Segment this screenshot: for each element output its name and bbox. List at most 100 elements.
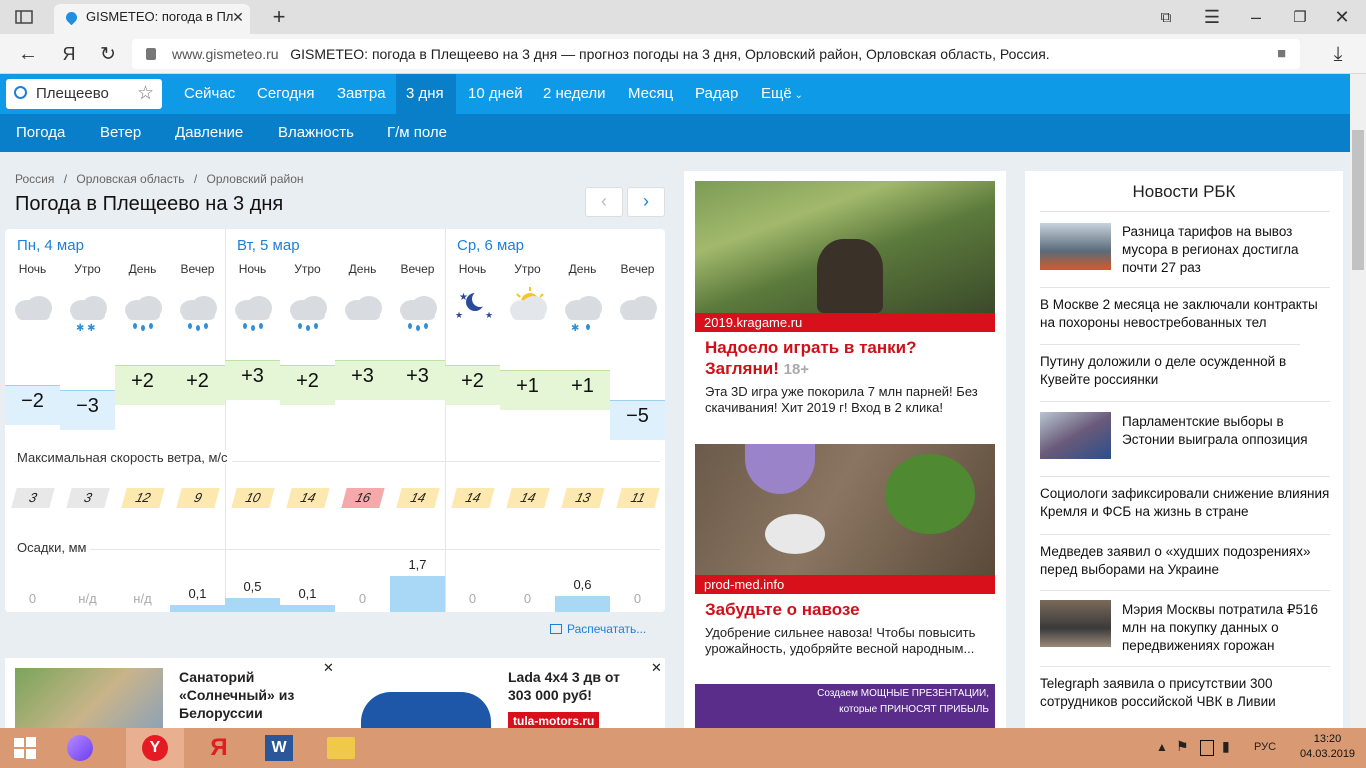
car-image[interactable] (361, 692, 491, 732)
subtab-wind[interactable]: Ветер (90, 114, 151, 152)
printer-icon (550, 624, 562, 634)
reload-icon[interactable]: ↻ (94, 40, 122, 68)
news-item-text: Мэрия Москвы потратила ₽516 млн на покуп… (1122, 602, 1318, 653)
download-icon[interactable]: ⤓ (1324, 40, 1352, 68)
battery-icon[interactable] (1200, 740, 1214, 756)
word-taskbar-icon[interactable]: W (250, 728, 308, 768)
tray-chevron-icon[interactable]: ▲ (1156, 740, 1168, 754)
garden-ad-image[interactable] (695, 444, 995, 575)
ad-text[interactable]: Удобрение сильнее навоза! Чтобы повысить… (705, 625, 985, 657)
news-item[interactable]: Разница тарифов на вывоз мусора в регион… (1040, 211, 1330, 281)
ad1-text[interactable]: Санаторий «Солнечный» из Белоруссии (179, 668, 319, 722)
tab-today[interactable]: Сегодня (247, 74, 325, 114)
wind-label: Максимальная скорость ветра, м/с (17, 450, 232, 465)
ad2-close-icon[interactable]: ✕ (651, 660, 662, 676)
temperature-value: +2 (445, 365, 500, 405)
precip-value: 1,7 (408, 557, 427, 572)
back-icon[interactable]: ← (14, 40, 42, 68)
next-button[interactable]: › (627, 187, 665, 217)
address-domain: www.gismeteo.ru (172, 46, 279, 62)
ad-source[interactable]: prod-med.info (695, 575, 995, 594)
tab-now[interactable]: Сейчас (174, 74, 245, 114)
ad-text[interactable]: Эта 3D игра уже покорила 7 млн парней! Б… (705, 384, 985, 416)
breadcrumb-region[interactable]: Орловская область (76, 172, 184, 186)
news-item[interactable]: Парламентские выборы в Эстонии выиграла … (1040, 401, 1330, 471)
wind-speed-value: 14 (396, 488, 440, 508)
tab-2-weeks[interactable]: 2 недели (533, 74, 616, 114)
ad-title[interactable]: Надоело играть в танки? Загляни! 18+ (705, 337, 985, 380)
game-ad-image[interactable] (695, 181, 995, 313)
forecast-card: Пн, 4 мар Вт, 5 мар Ср, 6 мар Ночь Утро Де… (5, 229, 665, 612)
yandex-icon[interactable]: Я (56, 40, 82, 68)
close-window-icon[interactable]: ✕ (1328, 4, 1356, 30)
moon-stars-icon: ★ ★ ★ (445, 284, 500, 334)
favorite-star-icon[interactable]: ☆ (137, 79, 154, 109)
news-item[interactable]: Мэрия Москвы потратила ₽516 млн на покуп… (1040, 590, 1330, 668)
minimize-icon[interactable]: – (1242, 4, 1270, 30)
address-field[interactable]: www.gismeteo.ru GISMETEO: погода в Плеще… (132, 39, 1300, 69)
sidebar-toggle-icon[interactable] (10, 4, 38, 30)
flag-icon[interactable]: ⚑ (1176, 738, 1189, 755)
gismeteo-favicon-icon (63, 9, 80, 26)
temperature-value: −3 (60, 390, 115, 430)
lang-indicator[interactable]: РУС (1254, 741, 1276, 753)
scrollbar-thumb[interactable] (1352, 130, 1364, 270)
tab-tomorrow[interactable]: Завтра (327, 74, 396, 114)
news-item[interactable]: В Москве 2 месяца не заключали контракты… (1040, 287, 1330, 332)
breadcrumb-district[interactable]: Орловский район (207, 172, 304, 186)
precip-value: н/д (78, 591, 97, 606)
windows-start-icon[interactable] (0, 728, 50, 768)
cloudy-icon (335, 284, 390, 334)
subtab-humidity[interactable]: Влажность (268, 114, 364, 152)
news-item[interactable]: Путину доложили о деле осужденной в Куве… (1040, 344, 1300, 389)
precip-value: 0,6 (573, 577, 592, 592)
yandex-browser-taskbar-icon[interactable]: Y (126, 728, 184, 768)
precip-value: 0 (28, 591, 37, 606)
temperature-value: +2 (170, 365, 225, 405)
presentation-banner[interactable]: Создаем МОЩНЫЕ ПРЕЗЕНТАЦИИ, которые ПРИН… (695, 684, 995, 731)
alice-icon[interactable] (50, 728, 110, 768)
day-name: Ср, 6 мар (457, 237, 525, 254)
breadcrumb: Россия / Орловская область / Орловский р… (15, 172, 310, 186)
prev-button[interactable]: ‹ (585, 187, 623, 217)
sanatorium-image[interactable] (15, 668, 163, 732)
ad-source[interactable]: 2019.kragame.ru (695, 313, 995, 332)
yandex-app-taskbar-icon[interactable]: Я (190, 728, 248, 768)
tab-close-icon[interactable]: ✕ (228, 7, 248, 27)
breadcrumb-russia[interactable]: Россия (15, 172, 54, 186)
clock[interactable]: 13:20 04.03.2019 (1300, 732, 1355, 762)
browser-tab[interactable]: GISMETEO: погода в Пл (54, 4, 250, 34)
day-name: Вт, 5 мар (237, 237, 300, 254)
ad-title[interactable]: Забудьте о навозе (705, 599, 985, 620)
print-link[interactable]: Распечатать... (550, 622, 646, 636)
explorer-taskbar-icon[interactable] (312, 728, 370, 768)
restore-icon[interactable]: ❐ (1286, 4, 1314, 30)
news-item[interactable]: Telegraph заявила о присутствии 300 сотр… (1040, 666, 1330, 711)
cloudy-rain-icon (170, 284, 225, 334)
subtab-geomagnetic[interactable]: Г/м поле (377, 114, 457, 152)
bookmark-star-icon[interactable]: ■ (1277, 39, 1286, 69)
tab-10-days[interactable]: 10 дней (458, 74, 533, 114)
wind-speed-value: 14 (286, 488, 330, 508)
cloudy-icon (610, 284, 665, 334)
clock-date: 04.03.2019 (1300, 748, 1356, 760)
cloudy-sleet-icon: ✱ (555, 284, 610, 334)
wind-speed-value: 13 (561, 488, 605, 508)
new-tab-icon[interactable]: + (266, 4, 292, 30)
bookmarks-icon[interactable]: ⧉ (1152, 4, 1180, 30)
menu-icon[interactable]: ☰ (1198, 4, 1226, 30)
tab-month[interactable]: Месяц (618, 74, 683, 114)
news-item[interactable]: Социологи зафиксировали снижение влияния… (1040, 476, 1330, 521)
news-item[interactable]: Медведев заявил о «худших подозрениях» п… (1040, 534, 1330, 579)
tab-3-days[interactable]: 3 дня (396, 74, 456, 114)
search-input[interactable]: Плещеево ☆ (6, 79, 162, 109)
ad2-title[interactable]: Lada 4x4 3 дв от 303 000 руб! (508, 668, 636, 704)
network-icon[interactable]: ▮ (1222, 738, 1230, 755)
news-item-text: Telegraph заявила о присутствии 300 сотр… (1040, 676, 1276, 709)
tab-radar[interactable]: Радар (685, 74, 748, 114)
subtab-weather[interactable]: Погода (6, 114, 75, 152)
tab-more[interactable]: Ещё ⌄ (751, 74, 813, 114)
subtab-pressure[interactable]: Давление (165, 114, 253, 152)
ad1-close-icon[interactable]: ✕ (323, 660, 334, 676)
day-part-label: Утро (294, 262, 321, 276)
